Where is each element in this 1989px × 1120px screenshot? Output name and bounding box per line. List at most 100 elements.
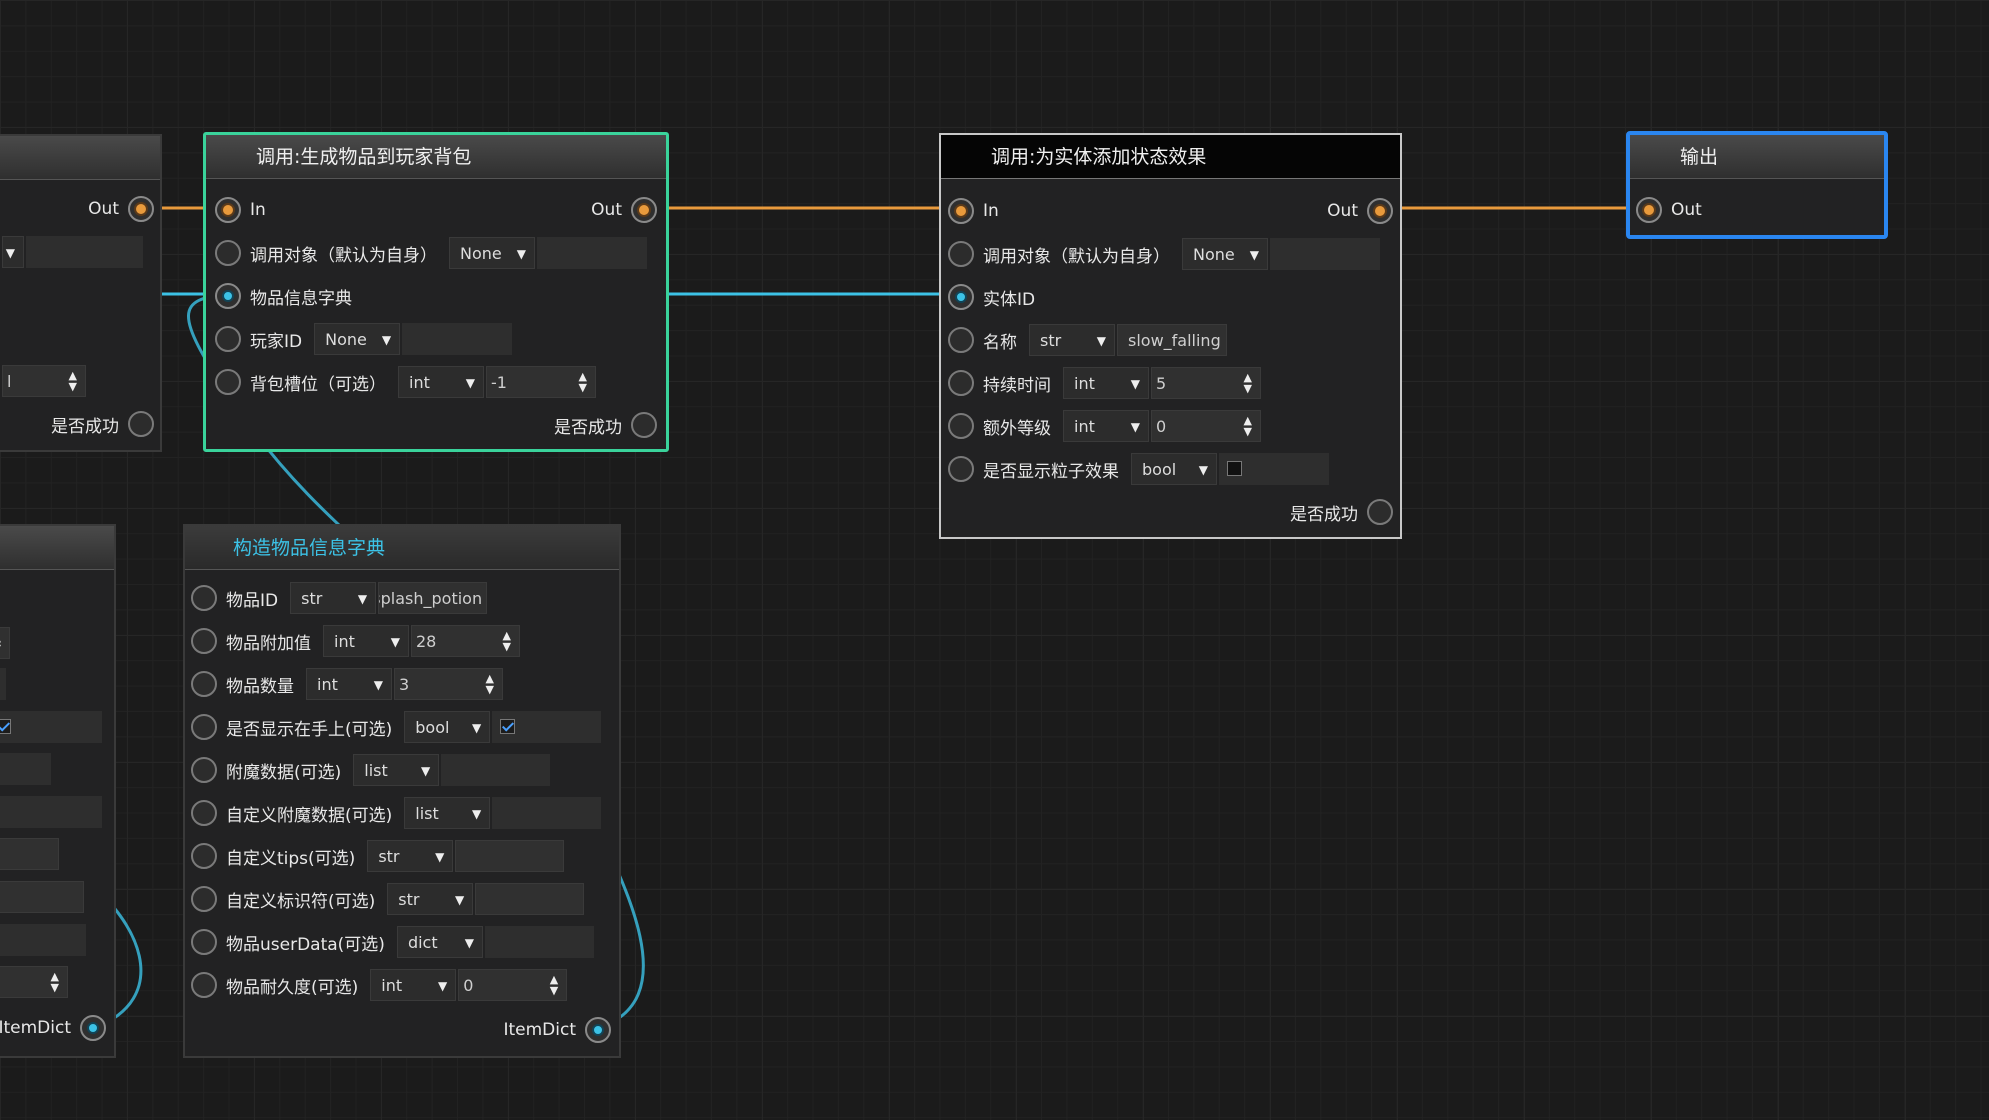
enchant-type-select[interactable]: list ▼ [353, 754, 440, 786]
value-field[interactable] [0, 924, 86, 956]
count-type-select[interactable]: int ▼ [306, 668, 392, 700]
show-hand-in-pin[interactable] [191, 714, 217, 740]
itemdict-out-pin[interactable] [585, 1017, 611, 1043]
duration-type-select[interactable]: int ▼ [1063, 367, 1149, 399]
duration-field[interactable]: 5 ▲ ▼ [1151, 367, 1261, 399]
spinner-icon[interactable]: ▲▼ [579, 371, 587, 393]
target-field[interactable] [537, 237, 647, 269]
slot-in-pin[interactable] [215, 369, 241, 395]
player-select[interactable]: None ▼ [314, 323, 401, 355]
target-in-pin[interactable] [948, 241, 974, 267]
item-id-in-pin[interactable] [191, 585, 217, 611]
spinner-icon[interactable]: ▲▼ [486, 673, 494, 695]
node-output[interactable]: 输出 Out [1626, 131, 1888, 239]
bool-field[interactable] [0, 711, 102, 743]
spinner-icon[interactable]: ▲▼ [1244, 372, 1252, 394]
value-field[interactable] [0, 753, 51, 785]
entity-in-pin[interactable] [948, 284, 974, 310]
name-type-select[interactable]: str ▼ [1029, 324, 1115, 356]
durability-in-pin[interactable] [191, 972, 217, 998]
number-field[interactable]: l ▲ ▼ [2, 365, 86, 397]
amplifier-in-pin[interactable] [948, 413, 974, 439]
spinner-icon[interactable]: ▲▼ [550, 974, 558, 996]
particles-in-pin[interactable] [948, 456, 974, 482]
enchant-in-pin[interactable] [191, 757, 217, 783]
success-out-pin[interactable] [631, 412, 657, 438]
exec-in-pin[interactable] [948, 198, 974, 224]
show-hand-checkbox[interactable] [500, 719, 516, 734]
exec-out-pin[interactable] [1367, 198, 1393, 224]
slot-value-field[interactable]: -1 ▲ ▼ [486, 366, 596, 398]
custom-enchant-in-pin[interactable] [191, 800, 217, 826]
enchant-field[interactable] [441, 754, 551, 786]
node-build-item-dict[interactable]: 构造物品信息字典 物品ID str ▼ splash_potion 物品附加值 i… [183, 524, 621, 1058]
tips-type-select[interactable]: str ▼ [367, 840, 454, 872]
duration-in-pin[interactable] [948, 370, 974, 396]
userdata-type-select[interactable]: dict ▼ [396, 926, 483, 958]
number-field[interactable]: ▲▼ [0, 966, 68, 998]
aux-field[interactable]: 28 ▲ ▼ [411, 625, 520, 657]
chevron-down-icon: ▼ [1096, 334, 1106, 348]
spinner-icon[interactable]: ▲▼ [1244, 415, 1252, 437]
node-add-effect[interactable]: 调用:为实体添加状态效果 In Out 调用对象（默认为自身） None ▼ 实体… [939, 133, 1402, 539]
success-out-pin[interactable] [1367, 499, 1393, 525]
particles-checkbox[interactable] [1227, 461, 1242, 476]
spinner-icon[interactable]: ▲▼ [51, 971, 59, 993]
value-field[interactable] [0, 668, 6, 700]
exec-in-pin[interactable] [1636, 197, 1662, 223]
userdata-field[interactable] [484, 926, 594, 958]
exec-out-pin[interactable] [128, 196, 154, 222]
player-label: 玩家ID [250, 331, 303, 352]
count-in-pin[interactable] [191, 671, 217, 697]
tips-field[interactable] [455, 840, 565, 872]
out-label: Out [88, 199, 119, 219]
userdata-in-pin[interactable] [191, 929, 217, 955]
target-select[interactable]: None ▼ [449, 237, 535, 269]
value-field[interactable] [0, 796, 102, 828]
count-field[interactable]: 3 ▲ ▼ [394, 668, 503, 700]
node-give-item[interactable]: 调用:生成物品到玩家背包 In Out 调用对象（默认为自身） None ▼ 物品… [203, 132, 669, 452]
graph-canvas[interactable]: Out ▼ 是否成功 l ▲▼ ▲▼ ▲▼ ItemDict 调用:生成物品到玩家… [0, 0, 1989, 1120]
slot-type-select[interactable]: int ▼ [398, 366, 484, 398]
success-out-pin[interactable] [128, 411, 154, 437]
type-select[interactable]: ▼ [2, 236, 24, 268]
spinner-icon[interactable]: ▲▼ [0, 632, 1, 654]
itemdict-out-pin[interactable] [80, 1015, 106, 1041]
target-field[interactable] [1270, 238, 1380, 270]
player-field[interactable] [402, 323, 513, 355]
show-hand-type-select[interactable]: bool ▼ [404, 711, 491, 743]
target-in-pin[interactable] [215, 240, 241, 266]
text-field[interactable] [0, 838, 59, 870]
identifier-field[interactable] [475, 883, 585, 915]
custom-enchant-field[interactable] [492, 797, 602, 829]
item-id-type-select[interactable]: str ▼ [290, 582, 377, 614]
checkbox[interactable] [0, 719, 11, 734]
aux-in-pin[interactable] [191, 628, 217, 654]
amplifier-type-select[interactable]: int ▼ [1063, 410, 1149, 442]
value-field[interactable] [26, 236, 143, 268]
durability-type-select[interactable]: int ▼ [370, 969, 457, 1001]
target-select[interactable]: None ▼ [1182, 238, 1268, 270]
spinner-icon[interactable]: ▲▼ [503, 630, 511, 652]
left-partial-node-top[interactable]: Out ▼ 是否成功 l ▲ ▼ [0, 134, 162, 452]
custom-enchant-type-select[interactable]: list ▼ [404, 797, 491, 829]
itemdict-in-pin[interactable] [215, 283, 241, 309]
name-field[interactable]: slow_falling [1117, 324, 1227, 356]
left-partial-node-bottom[interactable]: ▲▼ ▲▼ ItemDict [0, 524, 116, 1058]
aux-type-select[interactable]: int ▼ [323, 625, 409, 657]
spinner-icon[interactable]: ▲▼ [69, 370, 77, 392]
exec-in-pin[interactable] [215, 197, 241, 223]
identifier-in-pin[interactable] [191, 886, 217, 912]
exec-out-pin[interactable] [631, 197, 657, 223]
number-field[interactable]: ▲▼ [0, 627, 10, 659]
item-id-field[interactable]: splash_potion [378, 582, 488, 614]
text-field[interactable] [0, 881, 84, 913]
particles-type-select[interactable]: bool ▼ [1131, 453, 1217, 485]
amplifier-field[interactable]: 0 ▲ ▼ [1151, 410, 1261, 442]
select-value: str [1040, 330, 1062, 350]
durability-field[interactable]: 0 ▲ ▼ [458, 969, 568, 1001]
identifier-type-select[interactable]: str ▼ [387, 883, 474, 915]
tips-in-pin[interactable] [191, 843, 217, 869]
player-in-pin[interactable] [215, 326, 241, 352]
name-in-pin[interactable] [948, 327, 974, 353]
